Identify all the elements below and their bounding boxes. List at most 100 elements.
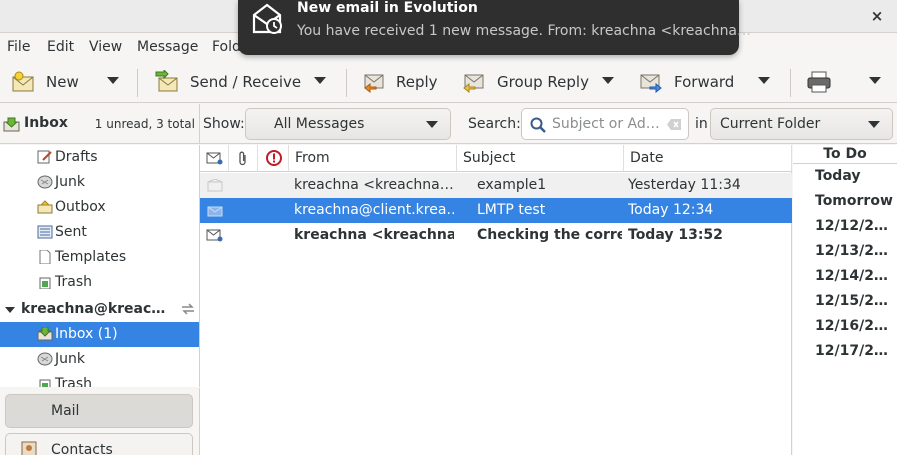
junk-icon (37, 175, 53, 189)
message-subject: Checking the corre… (477, 227, 622, 243)
menu-file[interactable]: File (7, 39, 30, 55)
new-button[interactable]: New (12, 67, 79, 97)
folder-templates[interactable]: Templates (0, 245, 199, 270)
account-node[interactable]: kreachna@kreac… (0, 297, 199, 322)
message-date: Yesterday 11:34 (628, 177, 741, 193)
column-important[interactable] (258, 145, 289, 172)
expander-triangle[interactable] (5, 307, 15, 313)
todo-group[interactable]: 12/13/2… (815, 243, 888, 259)
message-list: From Subject Date kreachna <kreachna… ex… (200, 145, 792, 455)
templates-icon (39, 250, 51, 264)
column-status[interactable] (200, 145, 229, 172)
account-folder-trash[interactable]: Trash (0, 372, 199, 387)
new-dropdown-arrow[interactable] (107, 77, 119, 84)
folder-label: Trash (55, 376, 92, 387)
folder-sent[interactable]: Sent (0, 220, 199, 245)
todo-group[interactable]: Today (815, 168, 860, 184)
overflow-menu-arrow[interactable] (869, 77, 881, 84)
folder-trash[interactable]: Trash (0, 270, 199, 295)
menu-edit[interactable]: Edit (47, 39, 74, 55)
printer-icon (807, 71, 831, 93)
search-filter-bar: Show: All Messages Search: Subject or Ad… (200, 104, 897, 144)
contacts-switcher-label: Contacts (51, 442, 113, 455)
reply-icon (364, 74, 384, 93)
message-row[interactable]: kreachna@client.krea… LMTP test Today 12… (200, 198, 792, 223)
search-scope-dropdown[interactable]: Current Folder (710, 108, 893, 140)
message-subject: example1 (477, 177, 547, 193)
paperclip-icon (239, 151, 246, 166)
group-reply-icon (463, 74, 484, 93)
menu-folder[interactable]: Fold (212, 39, 241, 55)
print-button[interactable] (807, 67, 841, 97)
message-row[interactable]: kreachna <kreachna… example1 Yesterday 1… (200, 173, 792, 198)
component-switcher: Mail Contacts (0, 388, 200, 455)
account-folder-junk[interactable]: Junk (0, 347, 199, 372)
in-label: in (695, 116, 708, 132)
menu-view[interactable]: View (89, 39, 122, 55)
group-reply-button[interactable]: Group Reply (461, 67, 589, 97)
search-scope-value: Current Folder (720, 116, 821, 132)
folder-label: Junk (55, 351, 85, 367)
column-from[interactable]: From (289, 145, 457, 172)
contacts-icon (21, 441, 37, 455)
trash-icon (39, 379, 51, 387)
send-receive-button[interactable]: Send / Receive (154, 67, 301, 97)
todo-group[interactable]: 12/14/2… (815, 268, 888, 284)
folder-label: Junk (55, 174, 85, 190)
folder-message-count: 1 unread, 3 total (94, 117, 195, 131)
folder-drafts[interactable]: Drafts (0, 145, 199, 170)
search-input[interactable]: Subject or Ad… (521, 108, 689, 140)
mail-clock-icon (252, 3, 282, 34)
read-envelope-icon (207, 206, 223, 217)
message-row[interactable]: kreachna <kreachna… Checking the corre… … (200, 223, 792, 248)
toolbar-separator (790, 69, 791, 97)
account-folder-inbox[interactable]: Inbox (1) (0, 322, 199, 347)
send-receive-label: Send / Receive (190, 73, 302, 91)
clear-search-icon[interactable] (666, 118, 682, 131)
show-label: Show: (203, 116, 245, 132)
new-label: New (46, 73, 79, 91)
menu-message[interactable]: Message (137, 39, 198, 55)
show-filter-dropdown[interactable]: All Messages (245, 108, 451, 140)
forward-dropdown-arrow[interactable] (758, 77, 770, 84)
toolbar-separator (137, 69, 138, 97)
forward-button[interactable]: Forward (640, 67, 734, 97)
todo-group[interactable]: 12/15/2… (815, 293, 888, 309)
column-subject[interactable]: Subject (457, 145, 624, 172)
new-mail-icon (12, 71, 34, 92)
current-folder-header: Inbox 1 unread, 3 total (0, 104, 200, 144)
folder-junk[interactable]: Junk (0, 170, 199, 195)
message-date: Today 12:34 (628, 202, 714, 218)
column-date-label: Date (630, 150, 664, 166)
todo-group[interactable]: Tomorrow (815, 193, 893, 209)
sync-icon[interactable] (181, 303, 195, 315)
folder-label: Trash (55, 274, 92, 290)
reply-button[interactable]: Reply (362, 67, 438, 97)
column-date[interactable]: Date (624, 145, 792, 172)
search-icon (530, 117, 546, 133)
message-from: kreachna <kreachna… (294, 227, 454, 243)
unread-envelope-icon (206, 229, 223, 242)
send-receive-dropdown-arrow[interactable] (314, 77, 326, 84)
envelope-status-icon (206, 152, 223, 165)
forward-icon (640, 74, 662, 93)
todo-group[interactable]: 12/16/2… (815, 318, 888, 334)
todo-group[interactable]: 12/17/2… (815, 343, 888, 359)
sent-icon (37, 225, 53, 239)
group-reply-label: Group Reply (497, 73, 589, 91)
mail-switcher-button[interactable]: Mail (5, 394, 193, 428)
folder-outbox[interactable]: Outbox (0, 195, 199, 220)
notification-title: New email in Evolution (297, 0, 478, 16)
mail-switcher-label: Mail (51, 403, 80, 419)
column-subject-label: Subject (463, 150, 516, 166)
contacts-switcher-button[interactable]: Contacts (5, 433, 193, 455)
folder-label: Sent (55, 224, 87, 240)
new-email-notification[interactable]: New email in Evolution You have received… (238, 0, 751, 55)
message-subject: LMTP test (477, 202, 546, 218)
folder-tree: Drafts Junk Outbox Sent Templates Trash … (0, 145, 200, 387)
group-reply-dropdown-arrow[interactable] (602, 77, 614, 84)
message-from: kreachna@client.krea… (294, 202, 454, 218)
todo-group[interactable]: 12/12/2… (815, 218, 888, 234)
column-attachment[interactable] (229, 145, 258, 172)
close-window-button[interactable]: × (867, 6, 887, 26)
